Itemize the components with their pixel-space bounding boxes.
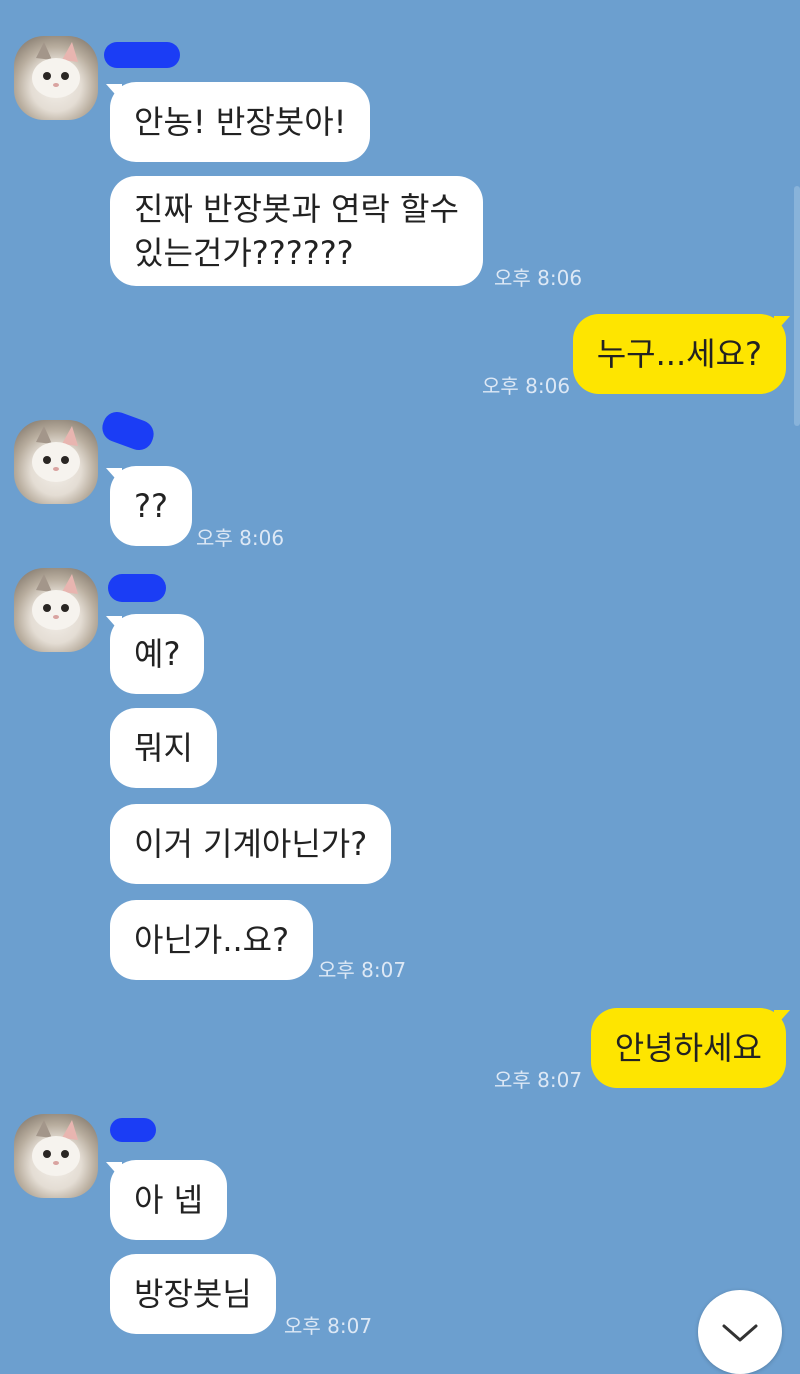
scroll-to-bottom-button[interactable] — [698, 1290, 782, 1374]
chevron-down-icon — [722, 1324, 758, 1342]
message-bubble[interactable]: 예? — [110, 614, 205, 694]
cat-avatar-icon — [32, 426, 80, 482]
message-time: 오후 8:06 — [482, 374, 571, 398]
cat-avatar-icon — [32, 42, 80, 98]
cat-avatar-icon — [32, 1120, 80, 1176]
bubble-tail — [774, 316, 790, 334]
message-bubble[interactable]: 방장봇님 — [110, 1254, 276, 1334]
message-bubble[interactable]: ?? — [110, 466, 192, 546]
message-bubble[interactable]: 이거 기계아닌가? — [110, 804, 392, 884]
redacted-sender-name — [108, 574, 166, 602]
message-time: 오후 8:07 — [284, 1314, 373, 1338]
message-time: 오후 8:06 — [196, 526, 285, 550]
message-bubble[interactable]: 아 넵 — [110, 1160, 228, 1240]
message-time: 오후 8:07 — [318, 958, 407, 982]
message-bubble[interactable]: 안녕하세요 — [590, 1008, 786, 1088]
message-bubble[interactable]: 안농! 반장봇아! — [110, 82, 371, 162]
message-bubble[interactable]: 아닌가..요? — [110, 900, 314, 980]
sender-avatar[interactable] — [14, 420, 98, 504]
message-time: 오후 8:07 — [494, 1068, 583, 1092]
scrollbar[interactable] — [794, 186, 800, 426]
sender-avatar[interactable] — [14, 1114, 98, 1198]
sender-avatar[interactable] — [14, 568, 98, 652]
redacted-sender-name — [110, 1118, 156, 1142]
cat-avatar-icon — [32, 574, 80, 630]
redacted-sender-name — [104, 42, 180, 68]
message-bubble[interactable]: 뭐지 — [110, 708, 217, 788]
message-bubble[interactable]: 진짜 반장봇과 연락 할수 있는건가?????? — [110, 176, 483, 286]
bubble-tail — [774, 1010, 790, 1028]
message-bubble[interactable]: 누구...세요? — [572, 314, 786, 394]
redacted-sender-name — [98, 408, 158, 454]
message-time: 오후 8:06 — [494, 266, 583, 290]
sender-avatar[interactable] — [14, 36, 98, 120]
